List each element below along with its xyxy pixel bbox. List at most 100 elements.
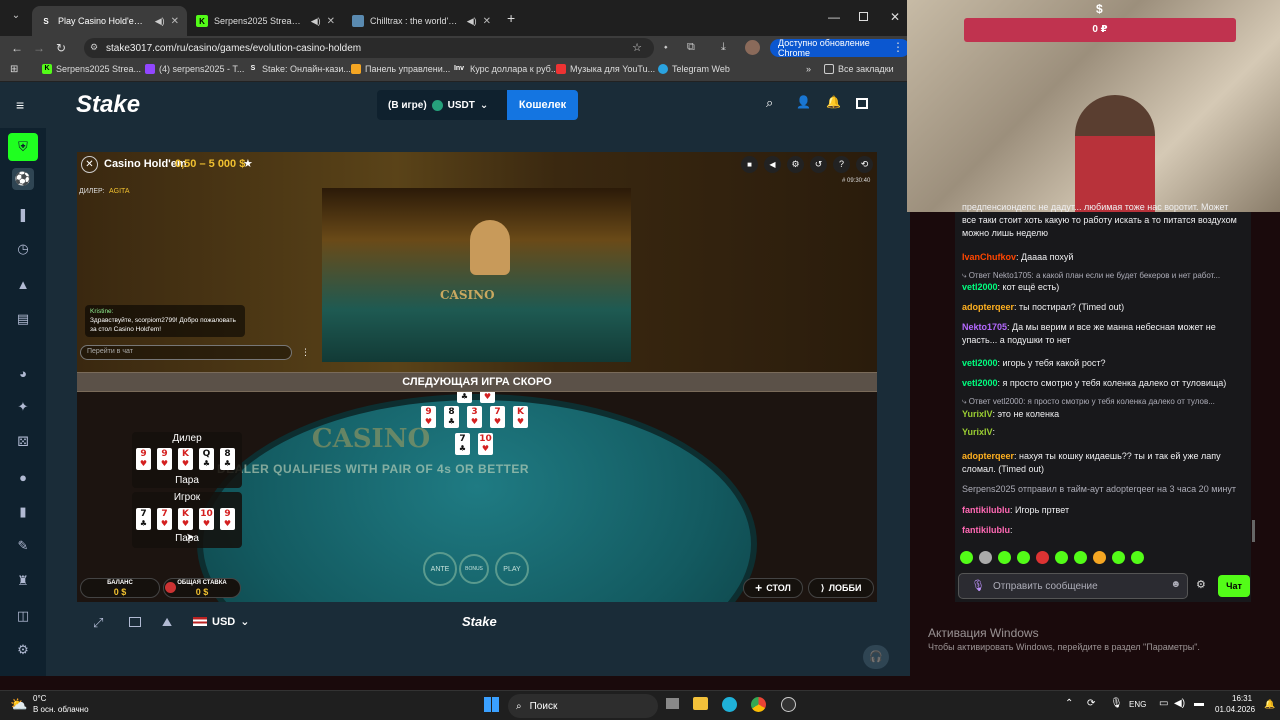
taskbar-search[interactable]: ⌕ Поиск bbox=[508, 694, 658, 718]
chat-username[interactable]: YurixIV bbox=[962, 409, 993, 419]
site-info-icon[interactable]: ⚙ bbox=[90, 42, 98, 53]
close-game-icon[interactable]: ✕ bbox=[81, 156, 98, 173]
emote-icon[interactable] bbox=[1093, 551, 1106, 564]
bookmark-4[interactable]: Панель управлени... bbox=[351, 64, 450, 74]
help-icon[interactable]: ? bbox=[833, 156, 850, 173]
favorite-star-icon[interactable]: ★ bbox=[243, 157, 253, 170]
bookmark-6[interactable]: Музыка для YouTu... bbox=[556, 64, 655, 74]
notification-icon[interactable]: 🔔 bbox=[1264, 699, 1275, 710]
game-chat-input[interactable]: Перейти в чат bbox=[80, 345, 292, 360]
new-releases-icon[interactable]: ♜ bbox=[12, 570, 34, 592]
stake-logo[interactable]: Stake bbox=[76, 91, 140, 119]
close-tab-icon[interactable]: ✕ bbox=[483, 16, 491, 27]
edge-icon[interactable] bbox=[722, 697, 737, 712]
bookmark-2[interactable]: (4) serpens2025 - T... bbox=[145, 64, 244, 74]
browser-tab-2[interactable]: K Serpens2025 Stream - Watch L ◀) ✕ bbox=[188, 6, 343, 36]
task-view-icon[interactable] bbox=[666, 698, 679, 709]
tab-search-icon[interactable]: ⌄ bbox=[8, 10, 24, 26]
history-icon[interactable]: ↺ bbox=[810, 156, 827, 173]
emoji-icon[interactable]: ☻ bbox=[1170, 579, 1181, 590]
file-explorer-icon[interactable] bbox=[693, 697, 708, 710]
publishers-icon[interactable]: ◫ bbox=[12, 605, 34, 627]
menu-kebab-icon[interactable]: ⋮ bbox=[892, 40, 904, 54]
game-settings-icon[interactable]: ⚙ bbox=[787, 156, 804, 173]
video-camera-icon[interactable]: ■ bbox=[741, 156, 758, 173]
my-bets-icon[interactable]: ▤ bbox=[12, 308, 34, 330]
more-bookmarks-icon[interactable]: » bbox=[806, 64, 811, 74]
close-tab-icon[interactable]: ✕ bbox=[171, 16, 179, 27]
exclusives-icon[interactable]: ✦ bbox=[12, 396, 34, 418]
apps-grid-icon[interactable]: ⊞ bbox=[10, 64, 18, 75]
url-bar[interactable]: ⚙ stake3017.com/ru/casino/games/evolutio… bbox=[84, 38, 654, 58]
emote-icon[interactable] bbox=[1017, 551, 1030, 564]
chat-username[interactable]: vetl2000 bbox=[962, 358, 998, 368]
chat-scrollbar[interactable] bbox=[1252, 520, 1255, 542]
start-icon[interactable] bbox=[484, 697, 499, 712]
forward-icon[interactable]: → bbox=[28, 41, 50, 55]
chat-username[interactable]: IvanChufkov bbox=[962, 252, 1016, 262]
sports-ball-icon[interactable]: ⚽ bbox=[12, 168, 34, 190]
maximize-button[interactable] bbox=[859, 12, 868, 21]
emote-icon[interactable] bbox=[1112, 551, 1125, 564]
game-shows-icon[interactable]: ▮ bbox=[12, 501, 34, 523]
tools-icon[interactable]: ✎ bbox=[12, 535, 34, 557]
volume-icon[interactable]: ◀) bbox=[1174, 698, 1185, 709]
chat-username[interactable]: adopterqeer bbox=[962, 451, 1014, 461]
currency-select[interactable]: USD ⌄ bbox=[193, 615, 249, 628]
download-icon[interactable]: ⤓ bbox=[721, 41, 726, 54]
chat-username[interactable]: vetl2000 bbox=[962, 282, 998, 292]
settings-icon[interactable]: ⚙ bbox=[12, 639, 34, 661]
emote-icon[interactable] bbox=[979, 551, 992, 564]
tray-expand-icon[interactable]: ⌃ bbox=[1065, 698, 1073, 709]
bookmark-5[interactable]: Inv Курс доллара к руб... bbox=[452, 64, 558, 74]
extension-icon[interactable]: ⬩ bbox=[664, 42, 668, 53]
bookmark-7[interactable]: Telegram Web bbox=[658, 64, 730, 74]
lobby-button[interactable]: ⟩ ЛОББИ bbox=[808, 578, 874, 598]
emote-icon[interactable] bbox=[1055, 551, 1068, 564]
back-icon[interactable]: ← bbox=[6, 41, 28, 55]
new-tab-button[interactable]: + bbox=[507, 10, 515, 26]
minimize-button[interactable]: — bbox=[828, 10, 840, 24]
language-indicator[interactable]: ENG bbox=[1129, 700, 1146, 709]
reload-icon[interactable]: ↻ bbox=[50, 41, 72, 55]
recent-clock-icon[interactable]: ◷ bbox=[12, 238, 34, 260]
user-icon[interactable]: 👤 bbox=[796, 95, 811, 109]
ante-spot[interactable]: ANTE bbox=[423, 552, 457, 586]
all-bookmarks[interactable]: Все закладки bbox=[824, 64, 894, 74]
browser-tab-1[interactable]: S Play Casino Hold'em by Evo ◀) ✕ bbox=[32, 6, 187, 36]
chat-send-button[interactable]: Чат bbox=[1218, 575, 1250, 597]
clock-time[interactable]: 16:31 bbox=[1232, 694, 1252, 703]
balance-selector[interactable]: (В игре) USDT ⌄ bbox=[377, 90, 507, 120]
chat-username[interactable]: adopterqeer bbox=[962, 302, 1014, 312]
stats-icon[interactable]: ⛰ bbox=[162, 615, 172, 630]
chat-settings-icon[interactable]: ⚙ bbox=[1196, 578, 1206, 591]
live-casino-icon[interactable]: ● bbox=[12, 466, 34, 488]
weather-icon[interactable]: ⛅ bbox=[10, 696, 27, 713]
chrome-update-button[interactable]: Доступно обновление Chrome bbox=[770, 38, 910, 58]
mic-icon[interactable]: 🎙 bbox=[971, 579, 985, 592]
chat-username[interactable]: vetl2000 bbox=[962, 378, 998, 388]
slots-icon[interactable]: ⚄ bbox=[12, 431, 34, 453]
profile-avatar[interactable] bbox=[745, 40, 760, 55]
chat-username[interactable]: YurixIV bbox=[962, 427, 993, 437]
tray-app-icon[interactable]: ⟳ bbox=[1087, 698, 1095, 709]
chat-username[interactable]: fantikilublu bbox=[962, 525, 1010, 535]
bell-icon[interactable]: 🔔 bbox=[826, 95, 841, 109]
search-icon[interactable]: ⌕ bbox=[766, 95, 773, 111]
extensions-puzzle-icon[interactable]: ⧉ bbox=[687, 41, 695, 54]
clock-date[interactable]: 01.04.2026 bbox=[1215, 705, 1255, 714]
close-window-button[interactable]: ✕ bbox=[890, 10, 900, 24]
bookmark-3[interactable]: S Stake: Онлайн-кази... bbox=[248, 64, 351, 74]
sidebar-toggle-icon[interactable] bbox=[856, 98, 868, 109]
mic-tray-icon[interactable]: 🎙 bbox=[1110, 698, 1123, 709]
battery-icon[interactable]: ▬ bbox=[1194, 698, 1204, 709]
chat-username[interactable]: fantikilublu bbox=[962, 505, 1010, 515]
emote-icon[interactable] bbox=[1131, 551, 1144, 564]
chat-username[interactable]: Nekto1705 bbox=[962, 322, 1007, 332]
play-spot[interactable]: PLAY bbox=[495, 552, 529, 586]
expand-icon[interactable]: ⤢ bbox=[93, 615, 103, 631]
network-icon[interactable]: ▭ bbox=[1159, 698, 1168, 709]
favorites-icon[interactable]: ❚ bbox=[12, 204, 34, 226]
emote-icon[interactable] bbox=[998, 551, 1011, 564]
originals-icon[interactable]: ◕ bbox=[12, 362, 34, 384]
